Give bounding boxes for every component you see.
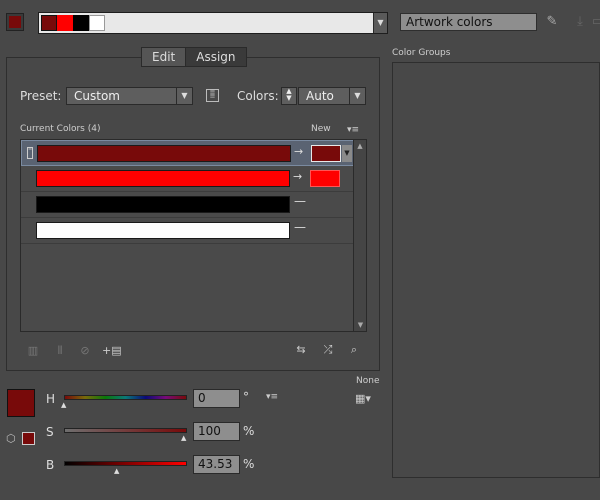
drag-handle-icon[interactable]: ≡ — [27, 147, 33, 159]
current-colors-label: Current Colors (4) — [20, 124, 101, 134]
hue-slider[interactable] — [64, 395, 187, 400]
find-color-icon[interactable]: ⌕ — [346, 344, 362, 356]
tab-edit[interactable]: Edit — [142, 48, 186, 66]
merge-colors-icon[interactable]: ▥ — [25, 345, 41, 357]
scroll-up-icon[interactable]: ▲ — [354, 142, 366, 150]
new-row-icon[interactable]: +▤ — [102, 345, 122, 357]
dropdown-arrow-icon[interactable]: ▼ — [373, 13, 387, 33]
preset-value: Custom — [74, 89, 120, 103]
current-colors-list: ≡ → ▼ → — — — [20, 139, 367, 332]
harmony-chip-4 — [89, 15, 105, 31]
colors-value: Auto — [306, 89, 334, 103]
saturation-slider[interactable] — [64, 428, 187, 433]
color-library-icon[interactable]: ≡ ≡ — [206, 89, 219, 102]
no-new-color-dash: — — [294, 220, 306, 234]
harmony-chip-2 — [57, 15, 73, 31]
brightness-input[interactable]: 43.53 — [193, 455, 240, 474]
hue-slider-thumb[interactable]: ▲ — [61, 401, 66, 409]
color-groups-label: Color Groups — [392, 48, 451, 58]
harmony-colors-bar[interactable]: ▼ — [38, 12, 388, 34]
eyedropper-icon[interactable]: ✎ — [545, 15, 559, 29]
brightness-unit: % — [243, 457, 255, 471]
saturation-unit: % — [243, 424, 255, 438]
colors-label: Colors: — [237, 89, 279, 103]
brightness-label: B — [46, 458, 55, 472]
new-group-icon[interactable]: ▭ — [591, 15, 600, 29]
color-groups-panel — [392, 62, 600, 478]
exclude-icon[interactable]: ⊘ — [77, 345, 93, 357]
hue-label: H — [46, 392, 56, 406]
new-color-swatch[interactable] — [310, 170, 340, 187]
color-row[interactable]: — — [21, 192, 354, 218]
color-row[interactable]: — — [21, 218, 354, 244]
chevron-down-icon: ▼ — [176, 88, 192, 104]
separate-colors-icon[interactable]: ⦀ — [52, 345, 68, 357]
list-scrollbar[interactable]: ▲ ▼ — [353, 140, 366, 331]
preset-select[interactable]: Custom ▼ — [66, 87, 193, 105]
hue-input[interactable]: 0 — [193, 389, 240, 408]
new-color-swatch[interactable] — [311, 145, 341, 162]
saturation-label: S — [46, 425, 54, 439]
colors-stepper[interactable]: ▲ ▼ — [281, 87, 297, 105]
tab-assign[interactable]: Assign — [185, 48, 246, 66]
saturation-input[interactable]: 100 — [193, 422, 240, 441]
no-new-color-dash: — — [294, 194, 306, 208]
color-row[interactable]: → — [21, 166, 354, 192]
hue-unit: ° — [243, 390, 249, 404]
small-color-swatch[interactable] — [22, 432, 35, 445]
save-group-icon[interactable]: ⤓ — [573, 15, 587, 29]
current-color-bar[interactable] — [36, 196, 290, 213]
chevron-down-icon: ▼ — [349, 88, 365, 104]
fill-color-swatch[interactable] — [7, 389, 35, 417]
random-order-icon[interactable]: ⇆ — [293, 344, 309, 356]
color-group-name-field[interactable]: Artwork colors — [400, 13, 537, 31]
preset-label: Preset: — [20, 89, 62, 103]
grid-icon[interactable]: ▦▾ — [355, 392, 371, 405]
none-label: None — [356, 376, 380, 386]
new-label: New — [311, 124, 331, 134]
arrow-icon: → — [293, 170, 303, 183]
menu-icon[interactable]: ▾≡ — [266, 392, 278, 402]
edit-assign-tabs: Edit Assign — [141, 47, 247, 67]
current-color-bar[interactable] — [36, 170, 290, 187]
brightness-slider[interactable] — [64, 461, 187, 466]
color-row[interactable]: ≡ → ▼ — [21, 140, 354, 166]
active-color-swatch[interactable] — [6, 13, 24, 31]
saturation-slider-thumb[interactable]: ▲ — [181, 434, 186, 442]
menu-icon[interactable]: ▾≡ — [347, 125, 359, 135]
brightness-slider-thumb[interactable]: ▲ — [114, 467, 119, 475]
harmony-chip-3 — [73, 15, 89, 31]
harmony-chip-1 — [41, 15, 57, 31]
current-color-bar[interactable] — [36, 222, 290, 239]
arrow-icon: → — [294, 145, 304, 158]
scroll-down-icon[interactable]: ▼ — [354, 321, 367, 329]
chevron-down-icon[interactable]: ▼ — [342, 145, 352, 162]
cube-icon: ⬡ — [6, 432, 16, 445]
colors-select[interactable]: Auto ▼ — [298, 87, 366, 105]
random-saturation-icon[interactable]: ⤮ — [320, 344, 336, 356]
current-color-bar[interactable] — [37, 145, 291, 162]
